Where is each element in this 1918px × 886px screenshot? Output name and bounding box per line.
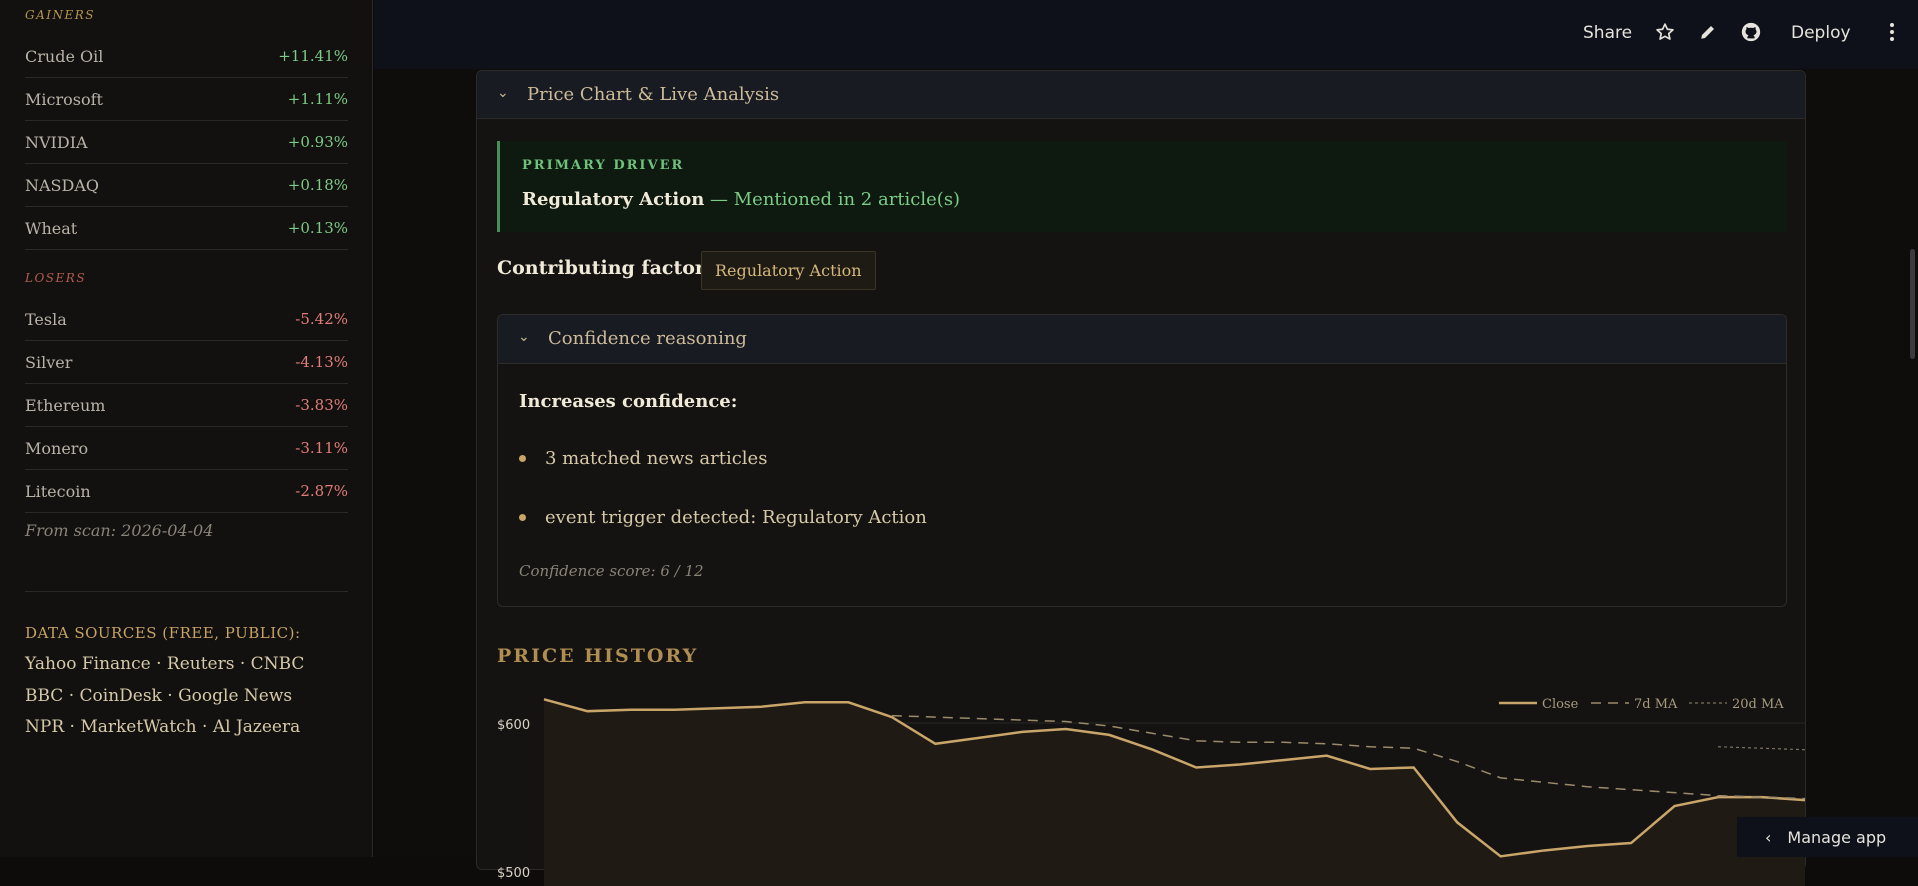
ticker-change: +0.13% xyxy=(287,219,348,237)
panel-title: Price Chart & Live Analysis xyxy=(527,84,780,105)
data-sources-line: NPR · MarketWatch · Al Jazeera xyxy=(25,717,301,737)
data-sources-line: BBC · CoinDesk · Google News xyxy=(25,686,293,706)
ticker-name: NVIDIA xyxy=(25,132,88,152)
primary-driver-detail: — Mentioned in 2 article(s) xyxy=(704,189,961,210)
ticker-change: -3.83% xyxy=(295,396,348,414)
confidence-header[interactable]: ⌄ Confidence reasoning xyxy=(498,315,1786,364)
ticker-name: Ethereum xyxy=(25,395,106,415)
y-tick-label: $500 xyxy=(497,866,530,881)
ticker-name: Microsoft xyxy=(25,89,103,109)
list-item: Monero -3.11% xyxy=(25,427,348,470)
analysis-panel: ⌄ Price Chart & Live Analysis PRIMARY DR… xyxy=(476,70,1806,886)
primary-driver-callout: PRIMARY DRIVER Regulatory Action — Menti… xyxy=(497,141,1787,232)
scrollbar[interactable] xyxy=(1910,249,1915,359)
confidence-expander: ⌄ Confidence reasoning Increases confide… xyxy=(497,314,1787,607)
list-item: Litecoin -2.87% xyxy=(25,470,348,513)
panel-header[interactable]: ⌄ Price Chart & Live Analysis xyxy=(477,71,1805,119)
list-item: Crude Oil +11.41% xyxy=(25,35,348,78)
contributing-factors-label: Contributing factors: xyxy=(497,257,723,279)
list-item: event trigger detected: Regulatory Actio… xyxy=(519,507,927,528)
data-sources-line: Yahoo Finance · Reuters · CNBC xyxy=(25,654,305,674)
y-tick-label: $600 xyxy=(497,718,530,733)
factor-tag: Regulatory Action xyxy=(701,251,876,290)
ticker-change: -3.11% xyxy=(295,439,348,457)
list-item: Silver -4.13% xyxy=(25,341,348,384)
ticker-change: +1.11% xyxy=(287,90,348,108)
primary-driver-label: PRIMARY DRIVER xyxy=(522,158,685,173)
top-toolbar: Share Deploy xyxy=(374,0,1918,69)
chevron-down-icon: ⌄ xyxy=(497,85,509,101)
ticker-name: Wheat xyxy=(25,218,78,238)
confidence-score: Confidence score: 6 / 12 xyxy=(519,562,704,580)
list-item: 3 matched news articles xyxy=(519,448,767,469)
ticker-name: Tesla xyxy=(25,309,67,329)
ticker-change: +0.18% xyxy=(287,176,348,194)
list-item: Microsoft +1.11% xyxy=(25,78,348,121)
ticker-change: -5.42% xyxy=(295,310,348,328)
sidebar: GAINERS Crude Oil +11.41% Microsoft +1.11%… xyxy=(0,0,373,857)
list-item: Tesla -5.42% xyxy=(25,298,348,341)
primary-driver-text: Regulatory Action — Mentioned in 2 artic… xyxy=(522,189,960,210)
bullet-text: 3 matched news articles xyxy=(545,448,768,469)
share-button[interactable]: Share xyxy=(1583,20,1632,46)
kebab-menu-icon[interactable] xyxy=(1880,20,1904,44)
legend-label: Close xyxy=(1542,697,1579,712)
ticker-change: -4.13% xyxy=(295,353,348,371)
price-chart: Close 7d MA 20d MA $600 $500 xyxy=(497,697,1805,886)
ticker-change: +11.41% xyxy=(278,47,348,65)
github-icon[interactable] xyxy=(1739,20,1763,44)
close-area xyxy=(544,699,1805,886)
chevron-left-icon: ‹ xyxy=(1765,827,1772,847)
list-item: Wheat +0.13% xyxy=(25,207,348,250)
list-item: NVIDIA +0.93% xyxy=(25,121,348,164)
star-icon[interactable] xyxy=(1653,20,1677,44)
chevron-down-icon: ⌄ xyxy=(518,329,530,345)
ticker-change: +0.93% xyxy=(287,133,348,151)
ticker-change: -2.87% xyxy=(295,482,348,500)
data-sources-heading: DATA SOURCES (FREE, PUBLIC): xyxy=(25,624,301,642)
list-item: NASDAQ +0.18% xyxy=(25,164,348,207)
series-line xyxy=(1718,746,1805,751)
divider xyxy=(25,591,348,592)
gainers-heading: GAINERS xyxy=(25,8,96,22)
list-item: Ethereum -3.83% xyxy=(25,384,348,427)
bullet-icon xyxy=(519,514,526,521)
ticker-name: Silver xyxy=(25,352,73,372)
legend-label: 7d MA xyxy=(1634,697,1678,712)
pencil-icon[interactable] xyxy=(1696,20,1720,44)
bullet-text: event trigger detected: Regulatory Actio… xyxy=(545,507,927,528)
scan-date: From scan: 2026-04-04 xyxy=(25,521,214,540)
losers-heading: LOSERS xyxy=(25,271,87,285)
manage-app-label: Manage app xyxy=(1787,827,1887,847)
ticker-name: NASDAQ xyxy=(25,175,100,195)
confidence-title: Confidence reasoning xyxy=(548,328,747,349)
ticker-name: Crude Oil xyxy=(25,46,104,66)
deploy-button[interactable]: Deploy xyxy=(1791,20,1851,46)
manage-app-button[interactable]: ‹ Manage app xyxy=(1737,817,1918,857)
ticker-name: Litecoin xyxy=(25,481,91,501)
ticker-name: Monero xyxy=(25,438,89,458)
price-history-title: PRICE HISTORY xyxy=(497,645,699,667)
increases-confidence-label: Increases confidence: xyxy=(519,391,738,412)
bullet-icon xyxy=(519,455,526,462)
primary-driver-name: Regulatory Action xyxy=(522,189,705,210)
legend-label: 20d MA xyxy=(1732,697,1784,712)
